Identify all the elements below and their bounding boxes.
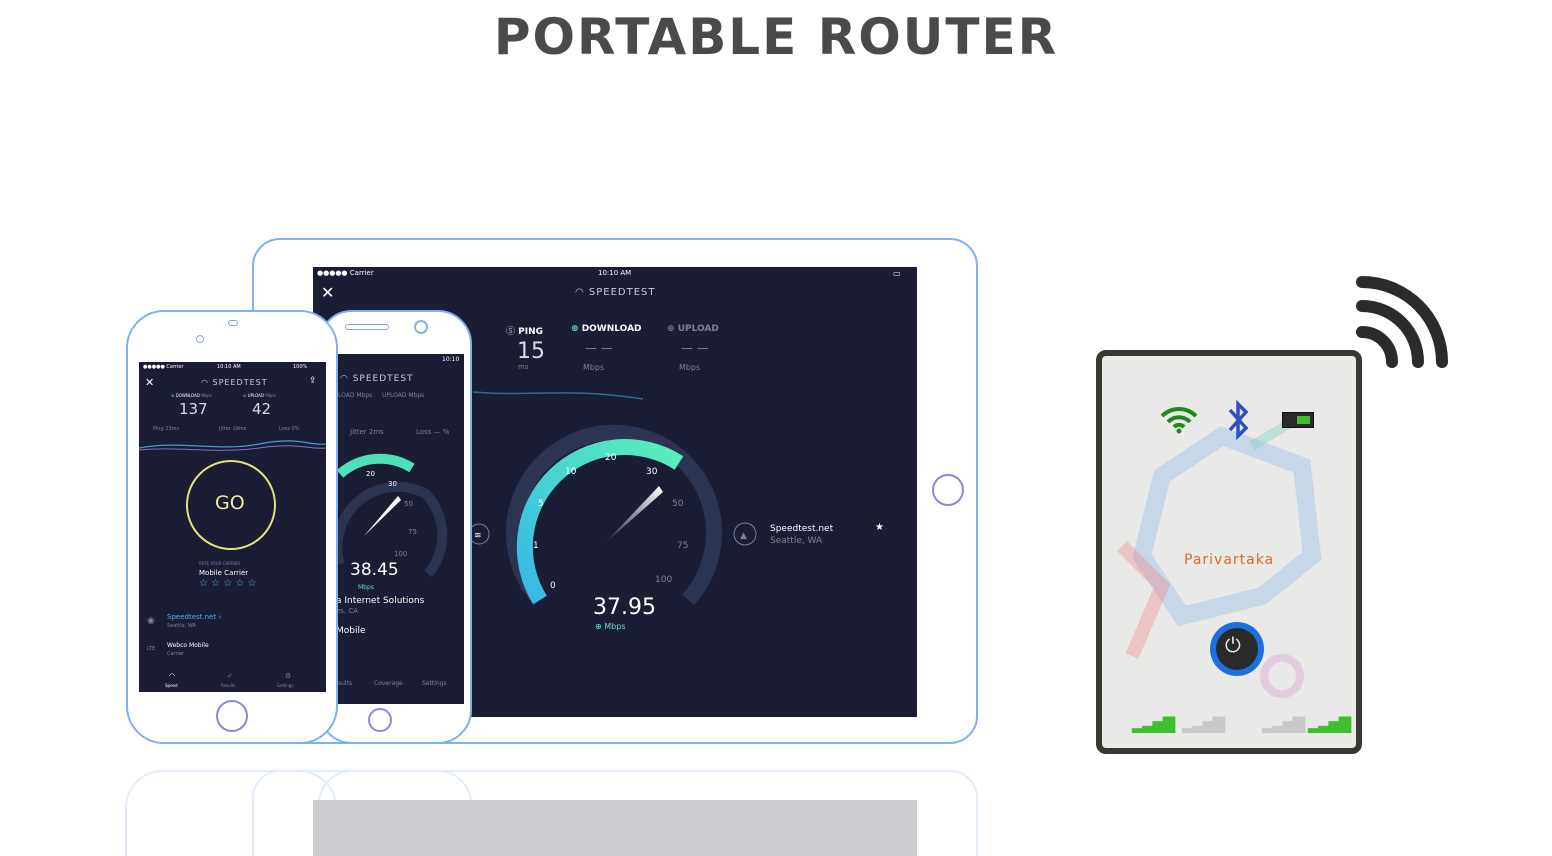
download-value: 137 — [179, 400, 208, 418]
gauge-tick: 20 — [605, 453, 617, 463]
gauge-unit: Mbps — [358, 584, 374, 591]
server-location: Seattle, WA — [770, 536, 823, 546]
gauge-tick: 100 — [394, 550, 408, 558]
rating-stars[interactable]: ☆ ☆ ☆ ☆ ☆ — [199, 578, 257, 589]
gauge-tick: 50 — [672, 499, 684, 509]
upload-label: ⊕ UPLOAD Mbps — [243, 393, 276, 398]
battery-icon — [1282, 412, 1314, 428]
front-camera-icon — [196, 335, 204, 343]
gauge-tick: 0 — [550, 581, 556, 591]
bluetooth-icon — [1226, 398, 1252, 446]
tab-coverage[interactable]: Coverage — [374, 680, 403, 687]
gauge-tick: 75 — [677, 541, 689, 551]
status-carrier: ●●●●● Carrier — [143, 364, 184, 370]
loss-stat: Loss 0% — [279, 426, 300, 432]
brand-name: Parivartaka — [1184, 552, 1275, 568]
devices-reflection — [125, 770, 980, 856]
front-phone-home-button[interactable] — [216, 700, 248, 732]
middle-phone-home-button[interactable] — [368, 708, 392, 732]
isp-name: Webco Mobile — [167, 642, 209, 649]
jitter-stat: Jitter 19ms — [219, 426, 247, 432]
lte-icon: LTE — [147, 646, 156, 652]
results-tab-icon[interactable]: ✓ — [227, 672, 233, 680]
app-title: ◠ SPEEDTEST — [201, 378, 268, 387]
close-icon[interactable]: ✕ — [145, 376, 154, 389]
tablet-home-button[interactable] — [932, 474, 964, 506]
tab-settings[interactable]: Settings — [277, 683, 293, 688]
speaker-grille — [345, 324, 389, 330]
status-time: 10:10 — [442, 356, 460, 363]
server-location: Seattle, WA — [167, 623, 196, 629]
carrier-name: Mobile — [336, 626, 366, 636]
signal-idle-icon: ▂▃▅▇ — [1182, 714, 1225, 733]
signal-right-icon: ▂▃▅▇ — [1308, 714, 1351, 733]
upload-value: 42 — [252, 400, 272, 418]
status-battery: 100% — [293, 364, 308, 370]
signal-idle-icon: ▂▃▅▇ — [1262, 714, 1305, 733]
gauge-tick: 1 — [533, 541, 539, 551]
front-camera-icon — [414, 320, 428, 334]
isp-name: a Internet Solutions — [336, 596, 425, 606]
wireless-signal-icon — [1356, 276, 1448, 368]
jitter-stat: Jitter 2ms — [350, 428, 384, 436]
carrier-name: Mobile Carrier — [199, 569, 249, 577]
settings-tab-icon[interactable]: ⚙ — [285, 672, 291, 680]
speed-tab-icon[interactable]: ◠ — [169, 672, 175, 680]
app-title: ◠ SPEEDTEST — [340, 374, 414, 384]
download-label: LOAD Mbps — [338, 392, 373, 399]
gauge-value: 38.45 — [350, 560, 399, 580]
gauge-value: 37.95 — [593, 595, 656, 620]
power-button[interactable]: ⏻ — [1210, 622, 1264, 676]
svg-text:≋: ≋ — [474, 531, 482, 541]
gauge-tick: 75 — [408, 528, 417, 536]
upload-label: UPLOAD Mbps — [382, 392, 425, 399]
server-name[interactable]: Speedtest.net — [770, 524, 833, 534]
gauge-tick: 10 — [565, 467, 577, 477]
gauge-needle — [603, 486, 663, 545]
gauge-tick: 30 — [646, 467, 658, 477]
tab-speed[interactable]: Speed — [165, 683, 178, 688]
isp-location: es, CA — [336, 607, 359, 615]
page-title: PORTABLE ROUTER — [493, 8, 1059, 66]
wifi-icon — [1160, 404, 1198, 442]
middle-phone-screen: 10:10 ◠ SPEEDTEST LOAD Mbps UPLOAD Mbps … — [336, 354, 464, 704]
speed-graph — [139, 440, 326, 451]
tab-results[interactable]: sults — [338, 680, 352, 687]
server-name[interactable]: Speedtest.net › — [167, 613, 221, 621]
gauge-tick: 50 — [404, 500, 413, 508]
gauge-tick: 5 — [538, 499, 544, 509]
download-label: ⊕ DOWNLOAD Mbps — [171, 393, 212, 398]
status-time: 10:10 AM — [217, 364, 241, 370]
tab-settings[interactable]: Settings — [422, 680, 447, 687]
share-icon[interactable]: ⇪ — [309, 376, 317, 386]
speed-graph-line — [472, 391, 644, 400]
portable-router: Parivartaka ⏻ ▂▃▅▇ ▂▃▅▇ ▂▃▅▇ ▂▃▅▇ — [1096, 350, 1362, 754]
globe-icon: ◉ — [147, 616, 155, 626]
go-label: GO — [215, 492, 245, 514]
signal-left-icon: ▂▃▅▇ — [1132, 714, 1175, 733]
favorite-star-icon[interactable]: ★ — [875, 522, 884, 533]
front-phone-screen: ●●●●● Carrier 10:10 AM 100% ✕ ◠ SPEEDTES… — [139, 362, 326, 692]
speaker-icon — [228, 320, 238, 326]
gauge-tick: 100 — [655, 575, 673, 585]
loss-stat: Loss — % — [416, 428, 450, 436]
ping-stat: Ping 23ms — [153, 426, 180, 432]
gauge-tick: 30 — [388, 480, 397, 488]
power-icon: ⏻ — [1225, 633, 1241, 657]
isp-type: Carrier — [167, 651, 185, 657]
gauge-tick: 20 — [366, 470, 375, 478]
gauge-unit: ⊕ Mbps — [595, 622, 626, 631]
tab-results[interactable]: Results — [221, 683, 235, 688]
svg-text:▲: ▲ — [740, 531, 747, 541]
rate-label: RATE YOUR CARRIER — [199, 561, 241, 566]
